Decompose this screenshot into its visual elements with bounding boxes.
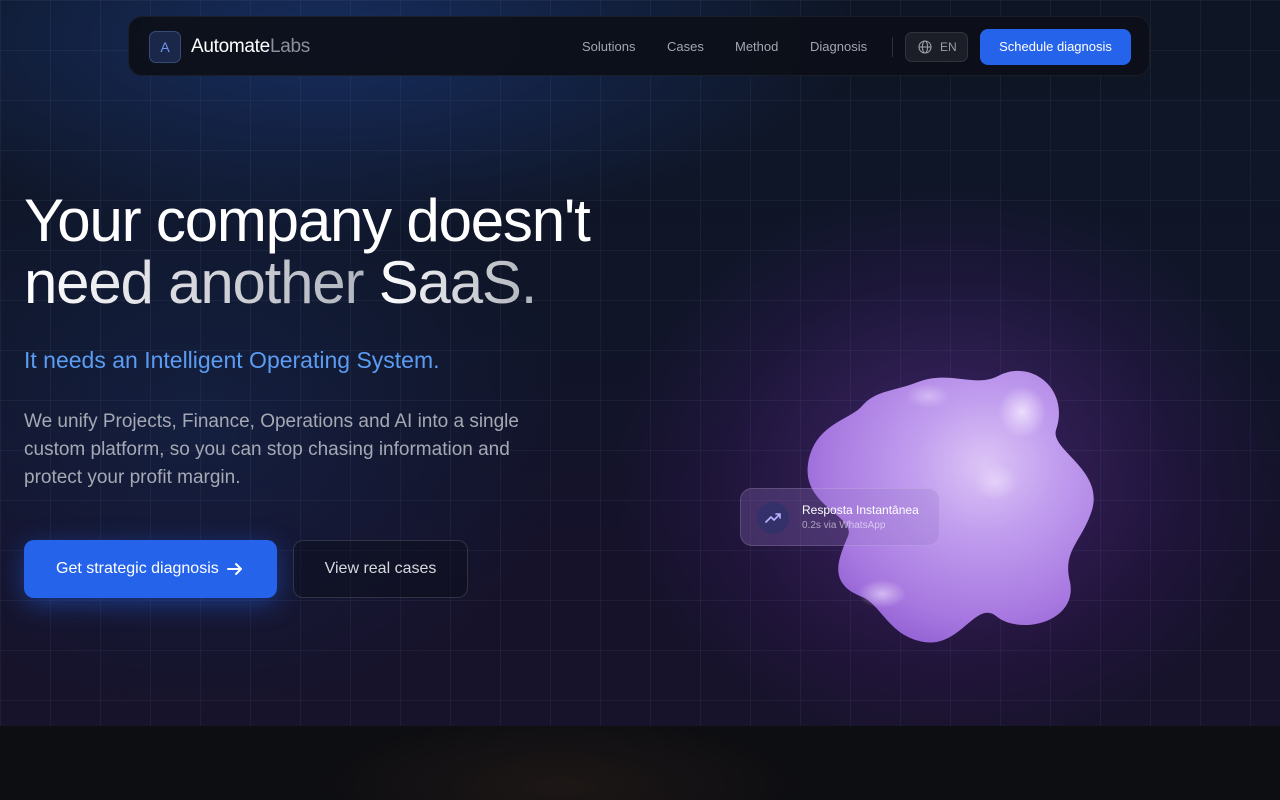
headline-line-2-start: need another — [24, 249, 379, 316]
globe-icon — [918, 40, 932, 54]
nav-link-diagnosis[interactable]: Diagnosis — [810, 39, 867, 55]
get-strategic-diagnosis-button[interactable]: Get strategic diagnosis — [24, 540, 277, 598]
next-section — [0, 726, 1280, 800]
hero-headline: Your company doesn't need another SaaS. — [24, 190, 724, 314]
headline-saas-word: SaaS. — [378, 249, 538, 316]
view-real-cases-button[interactable]: View real cases — [293, 540, 468, 598]
arrow-right-icon — [227, 563, 242, 575]
top-navbar: A AutomateLabs Solutions Cases Method Di… — [128, 16, 1150, 76]
nav-link-solutions[interactable]: Solutions — [582, 39, 635, 55]
headline-line-1: Your company doesn't — [24, 187, 591, 254]
hero-tagline: It needs an Intelligent Operating System… — [24, 347, 440, 373]
trending-up-icon — [765, 513, 781, 523]
language-label: EN — [940, 40, 957, 54]
nav-link-cases[interactable]: Cases — [667, 39, 704, 55]
schedule-diagnosis-button[interactable]: Schedule diagnosis — [980, 29, 1131, 65]
hero-section: A AutomateLabs Solutions Cases Method Di… — [0, 0, 1280, 726]
status-icon-badge — [757, 502, 789, 534]
logo-badge[interactable]: A — [149, 31, 181, 63]
nav-link-method[interactable]: Method — [735, 39, 778, 55]
nav-divider — [892, 37, 893, 57]
primary-cta-label: Get strategic diagnosis — [56, 560, 219, 577]
headline-line-2: need another SaaS. — [24, 252, 724, 314]
landing-page: A AutomateLabs Solutions Cases Method Di… — [0, 0, 1280, 800]
status-title: Resposta Instantânea — [802, 503, 919, 517]
instant-response-card: Resposta Instantânea 0.2s via WhatsApp — [740, 488, 940, 546]
status-subtitle: 0.2s via WhatsApp — [802, 520, 886, 531]
brand-secondary: Labs — [269, 36, 310, 57]
language-switcher[interactable]: EN — [905, 32, 968, 62]
brand-name[interactable]: AutomateLabs — [191, 35, 310, 59]
brand-primary: Automate — [191, 36, 270, 57]
hero-description: We unify Projects, Finance, Operations a… — [24, 411, 519, 488]
